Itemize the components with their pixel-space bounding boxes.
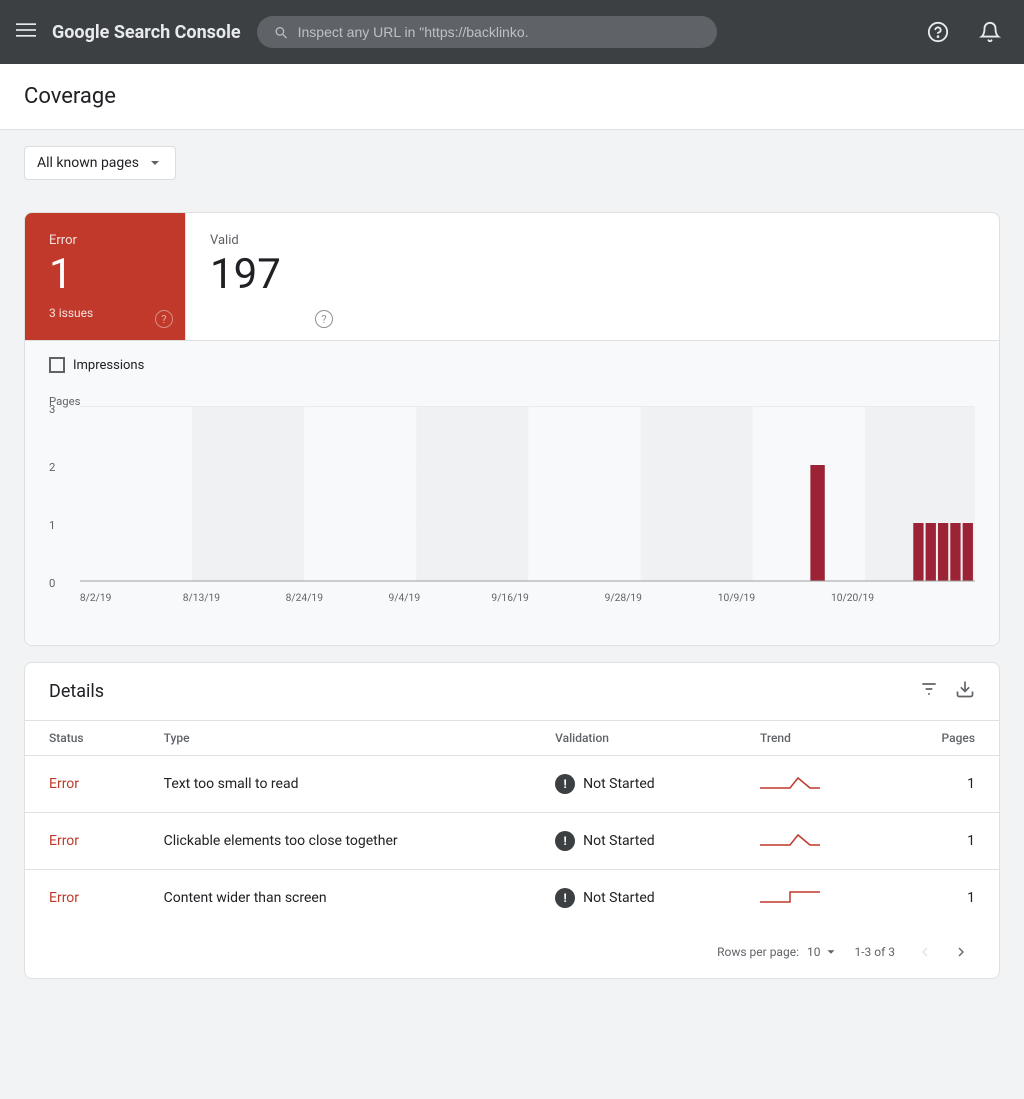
error-stat-card[interactable]: Error 1 3 issues ? <box>25 213 185 340</box>
valid-label: Valid <box>210 233 321 248</box>
rows-per-page: Rows per page: 10 <box>717 945 838 959</box>
filter-bar: All known pages <box>0 130 1024 196</box>
rows-per-page-label: Rows per page: <box>717 945 799 959</box>
chart-area: Impressions 3 2 1 0 Pages <box>25 341 999 645</box>
svg-text:9/16/19: 9/16/19 <box>491 593 529 604</box>
valid-stat-card[interactable]: Valid 197 ? <box>185 213 345 340</box>
url-search-input[interactable] <box>298 24 701 40</box>
header-icons <box>920 14 1008 50</box>
url-search-bar[interactable] <box>257 16 717 48</box>
filter-dropdown-label: All known pages <box>37 155 139 171</box>
download-button[interactable] <box>955 679 975 704</box>
page-title-bar: Coverage <box>0 64 1024 130</box>
validation-status-icon: ! <box>555 888 575 908</box>
svg-text:9/28/19: 9/28/19 <box>605 593 643 604</box>
page-title: Coverage <box>24 84 1000 109</box>
pages-cell: 1 <box>886 870 999 927</box>
validation-cell: ! Not Started <box>531 870 736 927</box>
validation-status-icon: ! <box>555 831 575 851</box>
next-page-button[interactable] <box>947 938 975 966</box>
validation-status-icon: ! <box>555 774 575 794</box>
svg-text:9/4/19: 9/4/19 <box>389 593 421 604</box>
table-row: Error Clickable elements too close toget… <box>25 813 999 870</box>
validation-cell: ! Not Started <box>531 756 736 813</box>
valid-number: 197 <box>210 252 321 298</box>
impressions-label: Impressions <box>73 358 144 373</box>
pages-cell: 1 <box>886 813 999 870</box>
details-table: Status Type Validation Trend Pages Error… <box>25 720 999 926</box>
main-content: Error 1 3 issues ? Valid 197 ? Impressio… <box>0 196 1024 995</box>
status-cell[interactable]: Error <box>25 756 140 813</box>
type-cell: Text too small to read <box>140 756 531 813</box>
validation-sort[interactable]: Validation <box>555 731 712 745</box>
notification-icon[interactable] <box>972 14 1008 50</box>
svg-text:8/13/19: 8/13/19 <box>183 593 221 604</box>
rows-dropdown-icon <box>824 945 838 959</box>
trend-cell <box>736 870 886 927</box>
trend-sparkline <box>760 770 820 794</box>
impressions-toggle[interactable]: Impressions <box>49 357 975 373</box>
svg-text:0: 0 <box>49 577 55 590</box>
impressions-checkbox[interactable] <box>49 357 65 373</box>
col-type: Type <box>140 721 531 756</box>
validation-cell: ! Not Started <box>531 813 736 870</box>
col-validation[interactable]: Validation <box>531 721 736 756</box>
pagination-info: 1-3 of 3 <box>854 945 895 959</box>
type-cell: Clickable elements too close together <box>140 813 531 870</box>
svg-text:8/24/19: 8/24/19 <box>286 593 324 604</box>
valid-help-icon[interactable]: ? <box>315 310 333 328</box>
col-pages: Pages <box>886 721 999 756</box>
validation-status-text: Not Started <box>583 890 655 906</box>
col-trend: Trend <box>736 721 886 756</box>
trend-sparkline <box>760 884 820 908</box>
coverage-card: Error 1 3 issues ? Valid 197 ? Impressio… <box>24 212 1000 646</box>
table-footer: Rows per page: 10 1-3 of 3 <box>25 926 999 978</box>
validation-status-text: Not Started <box>583 833 655 849</box>
filter-button[interactable] <box>919 679 939 704</box>
error-issues: 3 issues <box>49 306 161 320</box>
error-label: Error <box>49 233 161 248</box>
trend-sparkline <box>760 827 820 851</box>
search-icon <box>273 24 288 40</box>
table-header-row: Status Type Validation Trend Pages <box>25 721 999 756</box>
prev-page-button[interactable] <box>911 938 939 966</box>
svg-text:10/9/19: 10/9/19 <box>718 593 756 604</box>
app-header: Google Search Console <box>0 0 1024 64</box>
rows-per-page-select[interactable]: 10 <box>807 945 839 959</box>
details-header: Details <box>25 663 999 720</box>
stats-row: Error 1 3 issues ? Valid 197 ? <box>25 213 999 341</box>
menu-icon[interactable] <box>16 20 36 45</box>
app-logo: Google Search Console <box>52 22 241 43</box>
details-actions <box>919 679 975 704</box>
error-number: 1 <box>49 252 161 298</box>
rows-per-page-value: 10 <box>807 945 821 959</box>
details-card: Details Status Type Validation <box>24 662 1000 979</box>
col-status: Status <box>25 721 140 756</box>
error-help-icon[interactable]: ? <box>155 310 173 328</box>
help-icon[interactable] <box>920 14 956 50</box>
coverage-chart: 3 2 1 0 Pages <box>49 393 975 613</box>
table-row: Error Text too small to read ! Not Start… <box>25 756 999 813</box>
status-cell[interactable]: Error <box>25 870 140 927</box>
type-cell: Content wider than screen <box>140 870 531 927</box>
table-row: Error Content wider than screen ! Not St… <box>25 870 999 927</box>
chart-container: 3 2 1 0 Pages <box>49 385 975 625</box>
svg-text:10/20/19: 10/20/19 <box>831 593 874 604</box>
pagination-nav <box>911 938 975 966</box>
chevron-down-icon <box>147 155 163 171</box>
status-cell[interactable]: Error <box>25 813 140 870</box>
details-title: Details <box>49 681 104 702</box>
svg-text:2: 2 <box>49 461 55 474</box>
filter-dropdown[interactable]: All known pages <box>24 146 176 180</box>
validation-status-text: Not Started <box>583 776 655 792</box>
trend-cell <box>736 813 886 870</box>
svg-text:8/2/19: 8/2/19 <box>80 593 112 604</box>
svg-text:1: 1 <box>49 519 55 532</box>
pages-cell: 1 <box>886 756 999 813</box>
trend-cell <box>736 756 886 813</box>
sort-icon <box>613 732 625 744</box>
svg-text:Pages: Pages <box>49 395 81 408</box>
